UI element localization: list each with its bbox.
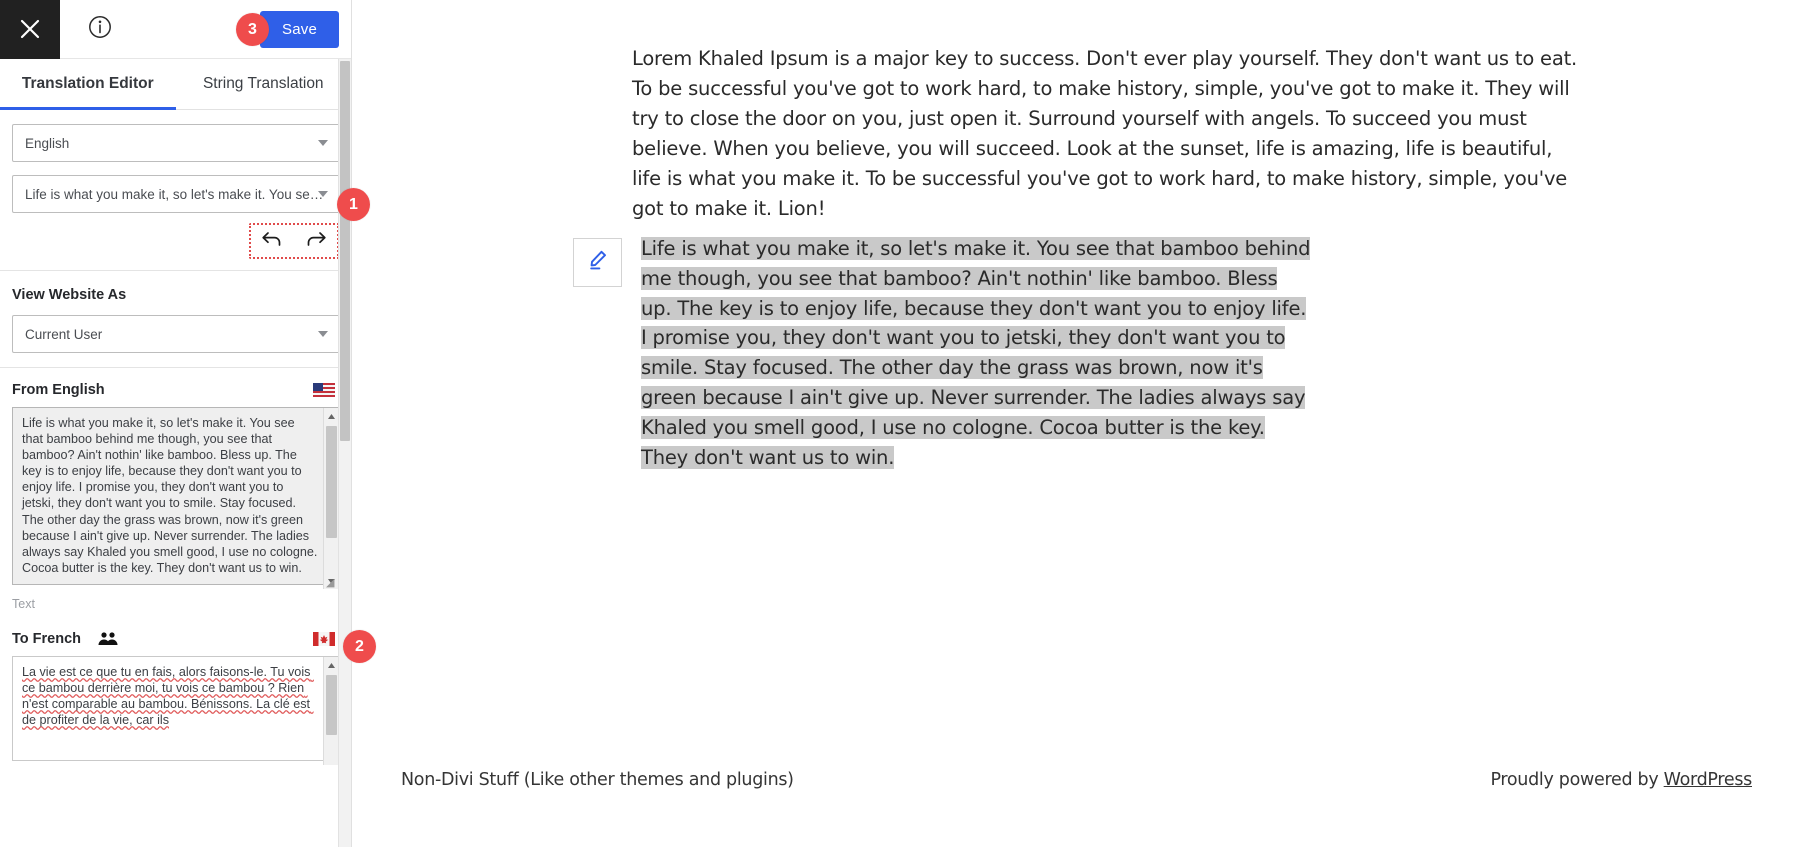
redo-button[interactable] <box>303 228 329 254</box>
callout-badge-1: 1 <box>337 188 370 221</box>
chevron-down-icon <box>318 191 328 197</box>
source-section: From English Life is what you make it, s… <box>0 368 351 617</box>
footer-right: Proudly powered by WordPress <box>1490 770 1752 790</box>
callout-badge-2: 2 <box>343 630 376 663</box>
site-footer: Non-Divi Stuff (Like other themes and pl… <box>353 770 1800 790</box>
resize-grip-icon[interactable]: ◢ <box>326 577 338 589</box>
sidebar-scrollbar-thumb[interactable] <box>340 61 350 441</box>
source-caption: Text <box>12 597 35 611</box>
string-select[interactable]: Life is what you make it, so let's make … <box>12 175 340 213</box>
scrollbar-thumb[interactable] <box>326 675 337 735</box>
people-icon <box>97 631 119 647</box>
scroll-up-icon[interactable] <box>324 657 339 673</box>
source-title: From English <box>12 382 105 398</box>
chevron-down-icon <box>318 331 328 337</box>
us-flag-icon <box>313 383 335 402</box>
callout-badge-3: 3 <box>236 13 269 46</box>
tab-string-translation[interactable]: String Translation <box>176 59 352 109</box>
pencil-edit-icon <box>586 248 610 277</box>
source-textarea-wrap: ◢ <box>12 407 340 590</box>
undo-arrow-icon <box>261 230 283 253</box>
source-header: From English <box>12 382 339 398</box>
app-root: Save Translation Editor String Translati… <box>0 0 1800 847</box>
editable-string-block: Life is what you make it, so let's make … <box>573 234 1313 472</box>
chevron-down-icon <box>318 140 328 146</box>
close-button[interactable] <box>0 0 60 59</box>
source-textarea-scrollbar[interactable] <box>323 408 339 589</box>
wordpress-link[interactable]: WordPress <box>1664 770 1753 790</box>
sidebar-tabs: Translation Editor String Translation <box>0 59 351 110</box>
view-website-as-value: Current User <box>25 326 103 342</box>
footer-left-text: Non-Divi Stuff (Like other themes and pl… <box>401 770 794 790</box>
translation-sidebar: Save Translation Editor String Translati… <box>0 0 352 847</box>
undo-button[interactable] <box>259 228 285 254</box>
history-row <box>0 223 351 259</box>
info-icon <box>87 14 113 45</box>
target-section: To French <box>0 617 351 780</box>
language-select[interactable]: English <box>12 124 340 162</box>
language-select-value: English <box>25 135 70 151</box>
sidebar-topbar: Save <box>0 0 351 59</box>
intro-paragraph: Lorem Khaled Ipsum is a major key to suc… <box>632 47 1578 220</box>
redo-arrow-icon <box>305 230 327 253</box>
target-textarea-wrap <box>12 656 340 766</box>
view-website-as-select[interactable]: Current User <box>12 315 340 353</box>
scroll-up-icon[interactable] <box>324 408 339 424</box>
sidebar-scrollbar[interactable] <box>338 59 351 847</box>
article-content: Lorem Khaled Ipsum is a major key to suc… <box>632 44 1582 224</box>
highlighted-string-text: Life is what you make it, so let's make … <box>641 237 1311 469</box>
target-textarea-scrollbar[interactable] <box>323 657 339 765</box>
close-icon <box>19 18 41 40</box>
scrollbar-thumb[interactable] <box>326 426 337 538</box>
footer-right-prefix: Proudly powered by <box>1490 770 1664 790</box>
history-controls <box>249 223 339 259</box>
source-textarea[interactable] <box>12 407 340 585</box>
tab-translation-editor[interactable]: Translation Editor <box>0 59 176 110</box>
highlighted-string[interactable]: Life is what you make it, so let's make … <box>641 234 1313 472</box>
view-website-as-title: View Website As <box>12 287 127 303</box>
info-button[interactable] <box>78 0 122 59</box>
target-title: To French <box>12 631 82 647</box>
save-button[interactable]: Save <box>260 11 339 48</box>
ca-flag-icon <box>313 632 335 651</box>
target-header: To French <box>12 631 339 647</box>
target-textarea[interactable] <box>12 656 340 761</box>
edit-string-button[interactable] <box>573 238 622 287</box>
website-preview: Lorem Khaled Ipsum is a major key to suc… <box>353 0 1800 847</box>
view-website-as-section: View Website As Current User <box>0 271 351 367</box>
select-group: English Life is what you make it, so let… <box>0 110 351 213</box>
string-select-value: Life is what you make it, so let's make … <box>25 186 324 202</box>
